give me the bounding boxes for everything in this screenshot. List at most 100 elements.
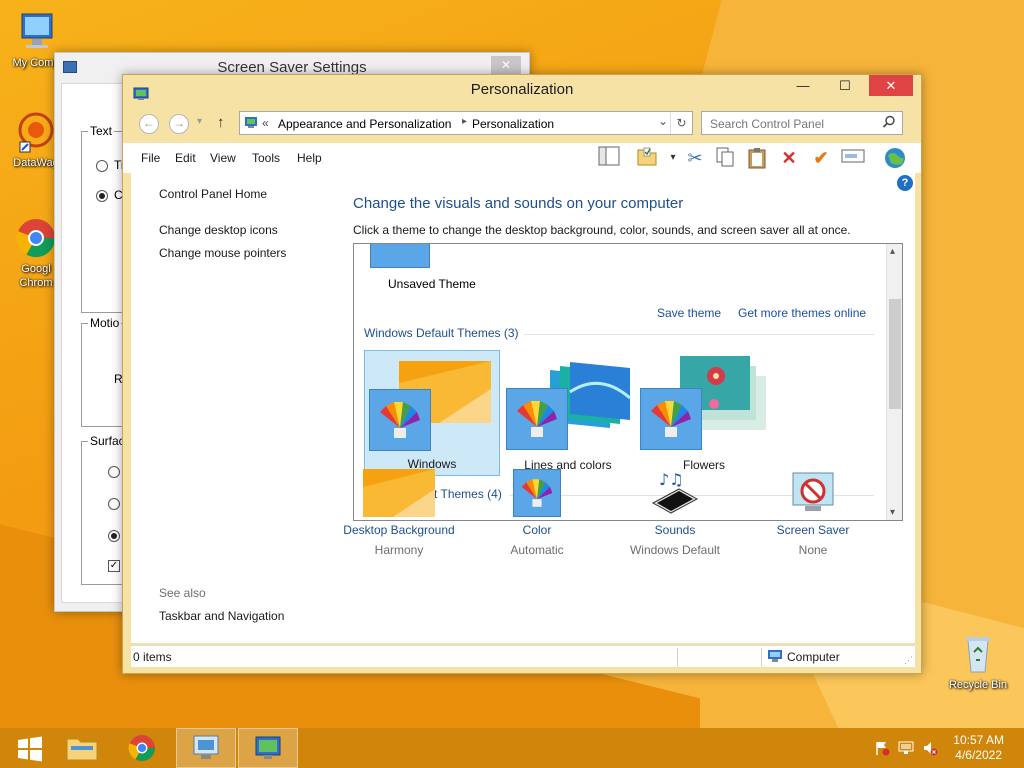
breadcrumb-overflow[interactable]: « bbox=[262, 116, 269, 130]
scroll-up-arrow[interactable]: ▴ bbox=[890, 246, 895, 257]
properties-checkmark-icon[interactable]: ✔ bbox=[809, 146, 833, 170]
back-button[interactable]: ← bbox=[139, 114, 159, 134]
delete-icon[interactable]: ✕ bbox=[777, 146, 801, 170]
preview-pane-icon[interactable] bbox=[597, 146, 621, 170]
close-button[interactable]: ✕ bbox=[491, 56, 521, 74]
breadcrumb-separator[interactable]: ▸ bbox=[462, 116, 467, 127]
breadcrumb-item[interactable]: Personalization bbox=[472, 117, 554, 131]
breadcrumb-item[interactable]: Appearance and Personalization bbox=[278, 117, 451, 131]
page-title: Change the visuals and sounds on your co… bbox=[353, 195, 684, 212]
help-icon[interactable]: ? bbox=[897, 175, 913, 191]
menu-tools[interactable]: Tools bbox=[252, 151, 280, 165]
chrome-icon bbox=[14, 216, 58, 260]
setting-value: Automatic bbox=[510, 543, 564, 557]
scroll-down-arrow[interactable]: ▾ bbox=[890, 507, 895, 518]
views-dropdown-icon[interactable]: ▾ bbox=[661, 146, 685, 170]
theme-label: Unsaved Theme bbox=[388, 277, 476, 291]
desktop-background-setting[interactable]: Desktop Background Harmony bbox=[329, 469, 469, 557]
screen-saver-taskbar-button[interactable] bbox=[176, 728, 236, 768]
maximize-button[interactable]: ☐ bbox=[831, 75, 859, 97]
location-label: Computer bbox=[787, 650, 840, 664]
volume-muted-icon[interactable] bbox=[922, 740, 938, 756]
screen-saver-setting[interactable]: Screen Saver None bbox=[743, 469, 883, 557]
forward-button[interactable]: → bbox=[169, 114, 189, 134]
navigation-bar: ← → ▾ ↑ « Appearance and Personalization… bbox=[131, 111, 913, 137]
datawag-icon bbox=[14, 110, 58, 154]
resize-grip-icon[interactable]: ⋰ bbox=[904, 655, 913, 666]
vertical-scrollbar[interactable]: ▴ ▾ bbox=[886, 244, 902, 520]
computer-icon bbox=[14, 10, 58, 54]
paste-icon[interactable] bbox=[745, 146, 769, 170]
sidebar-link-change-mouse-pointers[interactable]: Change mouse pointers bbox=[159, 246, 286, 260]
desktop-background-icon bbox=[363, 469, 435, 517]
theme-tile-windows[interactable]: Windows bbox=[364, 350, 500, 476]
checkbox-checked[interactable]: ✓ bbox=[108, 560, 120, 572]
chrome-taskbar-button[interactable] bbox=[112, 728, 172, 768]
recycle-bin-icon bbox=[956, 632, 1000, 676]
radio-option-selected[interactable] bbox=[108, 530, 120, 542]
network-icon[interactable] bbox=[898, 740, 914, 756]
copy-icon[interactable] bbox=[713, 146, 737, 170]
setting-value: None bbox=[798, 543, 828, 557]
address-dropdown-button[interactable]: ⌄ bbox=[658, 114, 668, 128]
window-title: Personalization bbox=[470, 81, 574, 98]
screen-saver-icon bbox=[789, 469, 837, 517]
system-clock[interactable]: 10:57 AM 4/6/2022 bbox=[953, 733, 1004, 763]
address-bar[interactable]: « Appearance and Personalization ▸ Perso… bbox=[239, 111, 693, 135]
file-explorer-taskbar-button[interactable] bbox=[52, 728, 112, 768]
unsaved-theme-item[interactable]: Unsaved Theme bbox=[368, 244, 504, 294]
search-icon[interactable] bbox=[882, 115, 896, 129]
search-input[interactable]: Search Control Panel bbox=[701, 111, 903, 135]
control-panel-icon bbox=[133, 82, 149, 100]
app-icon bbox=[63, 61, 77, 73]
color-palette-icon bbox=[640, 388, 702, 450]
theme-tile-flowers[interactable]: Flowers bbox=[636, 350, 772, 476]
theme-tile-lines-and-colors[interactable]: Lines and colors bbox=[500, 350, 636, 476]
desktop-icon-recycle-bin[interactable]: Recycle Bin bbox=[938, 632, 1018, 692]
personalization-window[interactable]: Personalization — ☐ ✕ ← → ▾ ↑ « Appearan… bbox=[122, 74, 922, 674]
status-divider bbox=[761, 648, 762, 666]
menu-file[interactable]: File bbox=[141, 151, 160, 165]
radio-option[interactable] bbox=[108, 498, 120, 510]
folder-options-icon[interactable] bbox=[635, 146, 659, 170]
status-divider bbox=[677, 648, 678, 666]
radio-option[interactable] bbox=[96, 160, 108, 172]
recent-pages-icon[interactable]: ▾ bbox=[197, 116, 202, 127]
start-button[interactable] bbox=[0, 728, 60, 768]
get-more-themes-link[interactable]: Get more themes online bbox=[738, 306, 866, 320]
scrollbar-thumb[interactable] bbox=[889, 299, 901, 409]
radio-option[interactable] bbox=[108, 466, 120, 478]
computer-icon bbox=[767, 649, 783, 663]
personalization-taskbar-button[interactable] bbox=[238, 728, 298, 768]
minimize-button[interactable]: — bbox=[789, 75, 817, 97]
refresh-button[interactable]: ↻ bbox=[670, 112, 692, 134]
close-button[interactable]: ✕ bbox=[869, 75, 913, 96]
radio-option-selected[interactable] bbox=[96, 190, 108, 202]
status-bar: 0 items Computer ⋰ bbox=[131, 645, 915, 667]
sounds-setting[interactable]: ♪♫ Sounds Windows Default bbox=[605, 469, 745, 557]
sounds-icon: ♪♫ bbox=[649, 469, 701, 517]
action-center-flag-icon[interactable] bbox=[874, 740, 890, 756]
content-area: ? Control Panel Home Change desktop icon… bbox=[131, 173, 915, 643]
setting-value: Harmony bbox=[374, 543, 424, 557]
world-globe-icon[interactable] bbox=[883, 146, 907, 170]
group-header-default-themes[interactable]: Windows Default Themes (3) bbox=[364, 326, 519, 340]
group-label: Text bbox=[88, 124, 115, 138]
color-palette-icon bbox=[506, 388, 568, 450]
color-setting[interactable]: Color Automatic bbox=[467, 469, 607, 557]
menu-view[interactable]: View bbox=[210, 151, 236, 165]
color-palette-icon bbox=[369, 389, 431, 451]
sidebar-link-taskbar-navigation[interactable]: Taskbar and Navigation bbox=[159, 609, 284, 623]
svg-text:♪♫: ♪♫ bbox=[659, 470, 684, 489]
setting-caption: Sounds bbox=[654, 523, 696, 537]
window-title-bar[interactable]: Personalization — ☐ ✕ bbox=[123, 75, 921, 105]
sidebar-link-change-desktop-icons[interactable]: Change desktop icons bbox=[159, 223, 278, 237]
cut-icon[interactable]: ✂ bbox=[683, 146, 707, 170]
taskbar: 10:57 AM 4/6/2022 bbox=[0, 728, 1024, 768]
sidebar-link-control-panel-home[interactable]: Control Panel Home bbox=[159, 187, 267, 201]
up-button[interactable]: ↑ bbox=[217, 114, 225, 131]
rename-icon[interactable] bbox=[841, 146, 865, 170]
save-theme-link[interactable]: Save theme bbox=[657, 306, 721, 320]
menu-help[interactable]: Help bbox=[297, 151, 322, 165]
menu-edit[interactable]: Edit bbox=[175, 151, 196, 165]
